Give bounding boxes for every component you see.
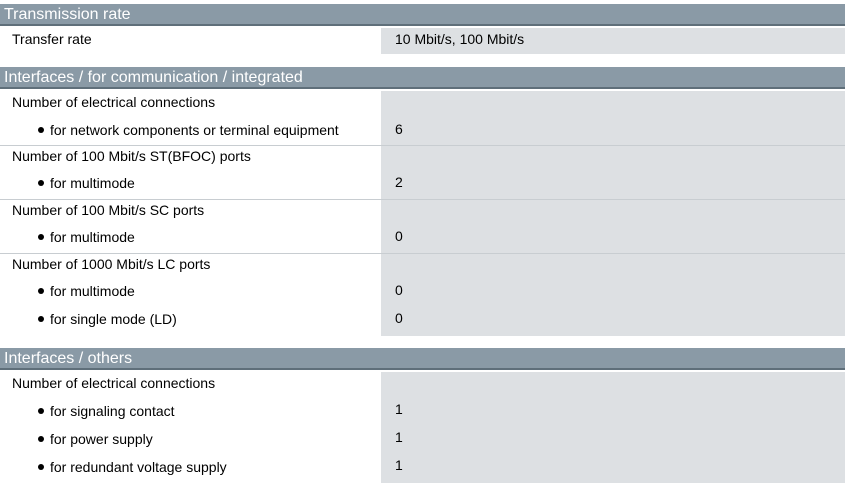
row-group-sc-ports: Number of 100 Mbit/s SC ports for multim… xyxy=(0,200,845,254)
value-network-components: 6 xyxy=(395,121,403,137)
value-lc-singlemode: 0 xyxy=(395,310,403,326)
value-power-supply: 1 xyxy=(395,429,403,445)
label-electrical-connections-others: Number of electrical connections xyxy=(12,375,216,391)
value-st-multimode: 2 xyxy=(395,174,403,190)
label-st-bfoc-ports: Number of 100 Mbit/s ST(BFOC) ports xyxy=(12,148,251,164)
bullet-icon xyxy=(38,464,44,471)
bullet-icon xyxy=(38,234,44,241)
label-transfer-rate: Transfer rate xyxy=(12,31,92,47)
label-lc-multimode: for multimode xyxy=(38,283,135,299)
label-power-supply: for power supply xyxy=(38,431,153,447)
row-group-lc-ports: Number of 1000 Mbit/s LC ports for multi… xyxy=(0,254,845,336)
value-lc-multimode: 0 xyxy=(395,282,403,298)
label-lc-singlemode: for single mode (LD) xyxy=(38,311,177,327)
row-group-electrical-connections: Number of electrical connections for net… xyxy=(0,91,845,145)
label-redundant-voltage-supply: for redundant voltage supply xyxy=(38,459,227,475)
label-st-multimode: for multimode xyxy=(38,175,135,191)
bullet-icon xyxy=(38,127,44,134)
row-group-st-bfoc: Number of 100 Mbit/s ST(BFOC) ports for … xyxy=(0,146,845,200)
bullet-icon xyxy=(38,408,44,415)
label-electrical-connections: Number of electrical connections xyxy=(12,94,216,110)
section-header-transmission-rate: Transmission rate xyxy=(0,4,845,26)
label-lc-ports: Number of 1000 Mbit/s LC ports xyxy=(12,256,211,272)
label-signaling-contact: for signaling contact xyxy=(38,403,175,419)
row-group-electrical-connections-others: Number of electrical connections for sig… xyxy=(0,372,845,483)
label-sc-ports: Number of 100 Mbit/s SC ports xyxy=(12,202,205,218)
section-header-interfaces-others: Interfaces / others xyxy=(0,348,845,370)
section-header-interfaces-communication: Interfaces / for communication / integra… xyxy=(0,67,845,89)
bullet-icon xyxy=(38,180,44,187)
label-network-components: for network components or terminal equip… xyxy=(38,122,339,138)
value-transfer-rate: 10 Mbit/s, 100 Mbit/s xyxy=(395,31,525,47)
value-signaling-contact: 1 xyxy=(395,401,403,417)
bullet-icon xyxy=(38,436,44,443)
value-sc-multimode: 0 xyxy=(395,228,403,244)
bullet-icon xyxy=(38,316,44,323)
label-sc-multimode: for multimode xyxy=(38,229,135,245)
row-transfer-rate: Transfer rate 10 Mbit/s, 100 Mbit/s xyxy=(0,28,845,54)
value-redundant-voltage-supply: 1 xyxy=(395,457,403,473)
bullet-icon xyxy=(38,288,44,295)
spec-sheet: Transmission rate Transfer rate 10 Mbit/… xyxy=(0,0,845,483)
